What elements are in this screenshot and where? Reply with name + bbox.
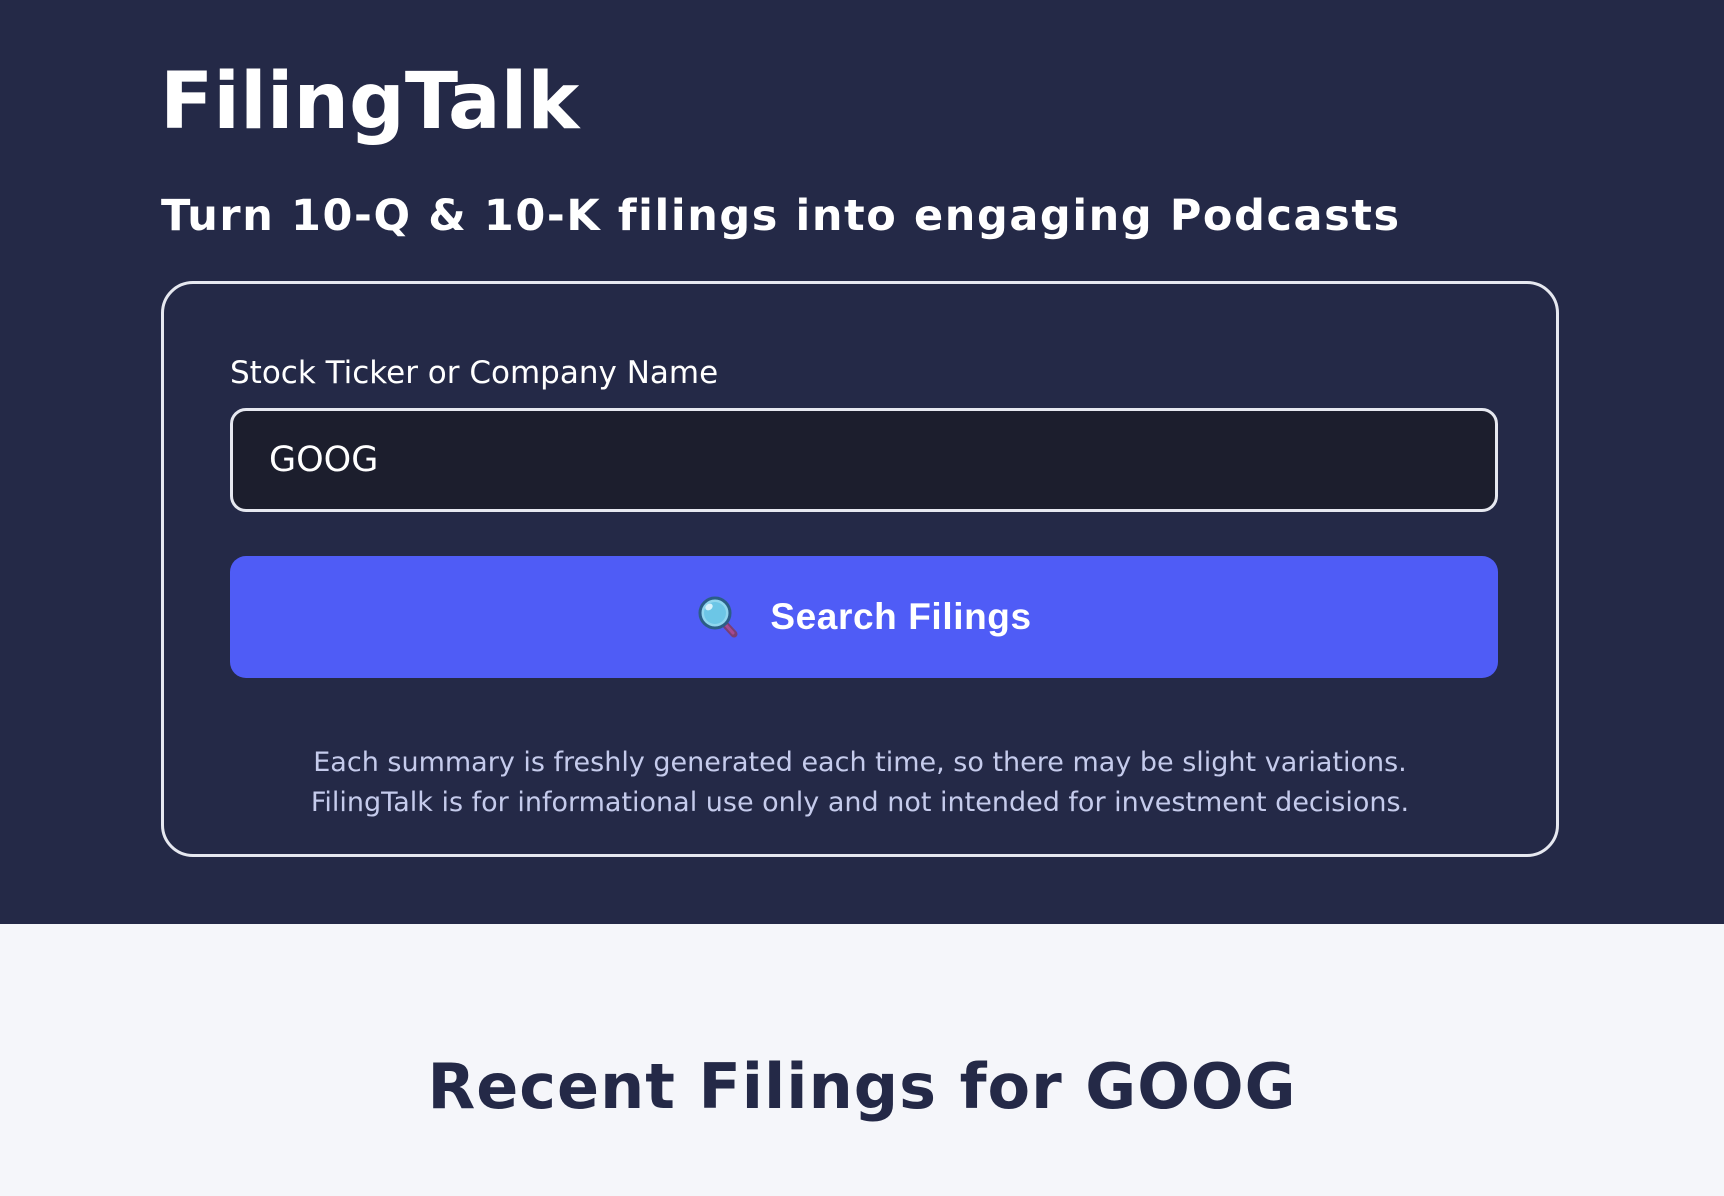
disclaimer-line-2: FilingTalk is for informational use only…	[310, 787, 1410, 818]
tagline: Turn 10-Q & 10-K filings into engaging P…	[161, 191, 1401, 241]
recent-filings-heading: Recent Filings for GOOG	[427, 1050, 1297, 1123]
hero-section: FilingTalk Turn 10-Q & 10-K filings into…	[0, 0, 1724, 924]
search-filings-button-label: Search Filings	[770, 596, 1032, 637]
search-card: Stock Ticker or Company Name Search Fili…	[161, 281, 1559, 857]
search-filings-button[interactable]: Search Filings	[230, 556, 1498, 678]
ticker-search-input[interactable]	[230, 408, 1498, 512]
disclaimer-line-1: Each summary is freshly generated each t…	[313, 747, 1407, 778]
magnifying-glass-icon	[696, 594, 742, 640]
disclaimer-text: Each summary is freshly generated each t…	[164, 743, 1556, 823]
ticker-field-label: Stock Ticker or Company Name	[230, 355, 719, 391]
results-section: Recent Filings for GOOG	[0, 924, 1724, 1196]
app-title: FilingTalk	[160, 57, 580, 147]
